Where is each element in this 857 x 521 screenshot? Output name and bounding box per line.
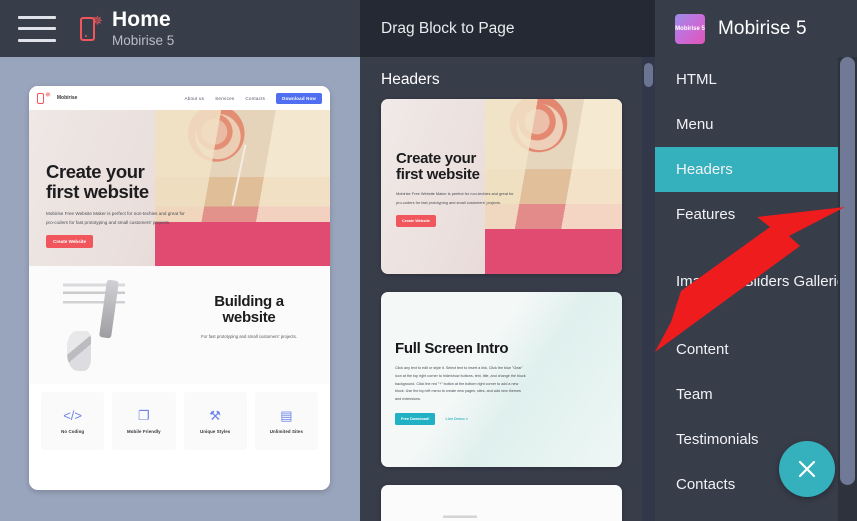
sidebar-header: Mobirise 5 Mobirise 5 xyxy=(655,0,857,57)
sidebar-item-label: Headers xyxy=(676,161,733,178)
feature-card-mobile-friendly[interactable]: ❐ Mobile Friendly xyxy=(112,392,176,450)
block-thumb-create-your-first-website[interactable]: Create your first website Mobirise Free … xyxy=(381,99,622,274)
preview-logo: ✵ Mobirise xyxy=(37,92,78,104)
preview-building-section: Building a website For fast prototyping … xyxy=(29,266,330,384)
sidebar-item-label: Features xyxy=(676,206,736,223)
preview-download-now-button[interactable]: Download Now xyxy=(276,92,322,104)
mobile-icon: ❐ xyxy=(138,407,150,423)
mobirise5-logo-text: Mobirise 5 xyxy=(675,25,705,32)
logo-sparkle-icon: ✵ xyxy=(92,12,103,28)
sidebar-item-headers[interactable]: Headers xyxy=(655,147,857,192)
brand-texts: Home Mobirise 5 xyxy=(112,7,175,48)
monitor-icon: ▤ xyxy=(280,407,293,423)
mobirise5-logo-icon: Mobirise 5 xyxy=(675,13,705,44)
building-subtitle: For fast prototyping and small customers… xyxy=(201,334,297,340)
thumb-paragraph: Click any text to edit or style it. Sele… xyxy=(395,366,526,402)
logo-phone-dot xyxy=(85,34,87,37)
saxophone-image xyxy=(63,278,125,373)
sidebar-item-team[interactable]: Team xyxy=(655,372,857,417)
page-title: Home xyxy=(112,7,171,31)
sidebar-item-label: Contacts xyxy=(676,476,736,493)
building-heading: Building a website xyxy=(214,293,284,327)
sidebar-item-label: Testimonials xyxy=(676,431,759,448)
feature-label: Unique Styles xyxy=(199,428,231,434)
building-text-group: Building a website For fast prototyping … xyxy=(180,293,318,340)
left-preview-panel: ✵ Home Mobirise 5 ✵ Mobirise About us Se… xyxy=(0,0,360,521)
sidebar-item-label: Menu xyxy=(676,116,714,133)
preview-nav-links: About us Services Contacts Download Now xyxy=(184,92,322,104)
site-preview-card[interactable]: ✵ Mobirise About us Services Contacts Do… xyxy=(29,86,330,490)
hamburger-line xyxy=(18,27,56,30)
thumb-create-website-button[interactable]: Create Website xyxy=(396,214,437,227)
feature-label: Unlimited Sites xyxy=(269,428,303,434)
preview-nav-link-services[interactable]: Services xyxy=(215,96,234,101)
sidebar-scrollbar[interactable] xyxy=(838,57,857,521)
thumb-text-group: Full Screen Intro Click any text to edit… xyxy=(395,340,527,425)
sidebar-item-menu[interactable]: Menu xyxy=(655,102,857,147)
mobirise-app-window: ✵ Home Mobirise 5 ✵ Mobirise About us Se… xyxy=(0,0,857,521)
hero-create-website-button[interactable]: Create Website xyxy=(46,235,94,249)
feature-card-unlimited-sites[interactable]: ▤ Unlimited Sites xyxy=(254,392,318,450)
center-scrollbar[interactable] xyxy=(642,57,655,521)
center-scrollbar-thumb[interactable] xyxy=(644,63,653,87)
brand-block[interactable]: ✵ Home Mobirise 5 xyxy=(78,7,175,48)
preview-logo-phone-icon xyxy=(37,92,44,104)
block-categories-sidebar: Mobirise 5 Mobirise 5 HTML Menu Headers … xyxy=(655,0,857,521)
preview-logo-sparkle-icon: ✵ xyxy=(45,92,51,99)
sidebar-item-content[interactable]: Content xyxy=(655,327,857,372)
brush-icon: ⚒ xyxy=(209,407,221,423)
sidebar-item-label: Content xyxy=(676,341,729,358)
hamburger-line xyxy=(18,38,56,42)
hamburger-icon[interactable] xyxy=(18,15,56,42)
sidebar-item-html[interactable]: HTML xyxy=(655,57,857,102)
sidebar-item-label: Images & Sliders Galleries xyxy=(676,272,853,290)
preview-logo-text: Mobirise xyxy=(56,95,78,101)
block-category-title: Headers xyxy=(381,71,440,88)
left-panel-header: ✵ Home Mobirise 5 xyxy=(0,0,360,57)
preview-nav-link-contacts[interactable]: Contacts xyxy=(245,96,265,101)
sidebar-item-features[interactable]: Features xyxy=(655,192,857,237)
code-icon: </> xyxy=(63,407,83,423)
hero-text-group: Create your first website Mobirise Free … xyxy=(46,161,191,249)
drag-block-hint: Drag Block to Page xyxy=(381,19,515,37)
thumb-actions-row: Free Download! Live Demo > xyxy=(395,412,527,425)
hero-heading: Create your first website xyxy=(46,161,149,202)
close-panel-button[interactable] xyxy=(779,441,835,497)
center-panel-body: Headers Create your first website Mobiri… xyxy=(360,57,655,521)
feature-card-unique-styles[interactable]: ⚒ Unique Styles xyxy=(183,392,247,450)
preview-hero-section: Create your first website Mobirise Free … xyxy=(29,110,330,266)
product-name: Mobirise 5 xyxy=(112,32,175,48)
hamburger-line xyxy=(18,15,56,19)
thumb-heading: Full Screen Intro xyxy=(395,340,509,357)
feature-card-no-coding[interactable]: </> No Coding xyxy=(41,392,105,450)
thumb-live-demo-link[interactable]: Live Demo > xyxy=(445,417,467,421)
block-thumb-full-screen-intro[interactable]: Full Screen Intro Click any text to edit… xyxy=(381,292,622,467)
sidebar-item-label: HTML xyxy=(676,71,717,88)
feature-label: Mobile Friendly xyxy=(127,428,161,434)
thumb-saxophone-image xyxy=(443,511,477,521)
thumb-heading: Create your first website xyxy=(396,150,480,184)
left-panel-workspace: ✵ Mobirise About us Services Contacts Do… xyxy=(0,57,360,521)
preview-navbar: ✵ Mobirise About us Services Contacts Do… xyxy=(29,86,330,110)
block-thumbnail-list: Create your first website Mobirise Free … xyxy=(360,99,655,521)
center-panel-header: Drag Block to Page xyxy=(360,0,655,57)
mobirise-logo-icon: ✵ xyxy=(78,14,104,44)
sidebar-title: Mobirise 5 xyxy=(718,17,807,39)
sidebar-scrollbar-thumb[interactable] xyxy=(840,57,855,485)
thumb-text-group: Create your first website Mobirise Free … xyxy=(396,150,514,227)
thumb-paragraph: Mobirise Free Website Maker is perfect f… xyxy=(396,191,514,205)
sidebar-item-images-sliders-galleries[interactable]: Images & Sliders Galleries xyxy=(655,237,857,327)
thumb-free-download-button[interactable]: Free Download! xyxy=(395,412,436,425)
sidebar-item-label: Team xyxy=(676,386,713,403)
block-library-panel: Drag Block to Page Headers Create your f… xyxy=(360,0,655,521)
feature-label: No Coding xyxy=(61,428,85,434)
close-icon xyxy=(798,460,816,478)
preview-features-row: </> No Coding ❐ Mobile Friendly ⚒ Unique… xyxy=(29,384,330,450)
hero-paragraph: Mobirise Free Website Maker is perfect f… xyxy=(46,210,185,225)
preview-nav-link-about[interactable]: About us xyxy=(184,96,204,101)
block-thumb-building-a-website[interactable]: Building a website xyxy=(381,485,622,521)
